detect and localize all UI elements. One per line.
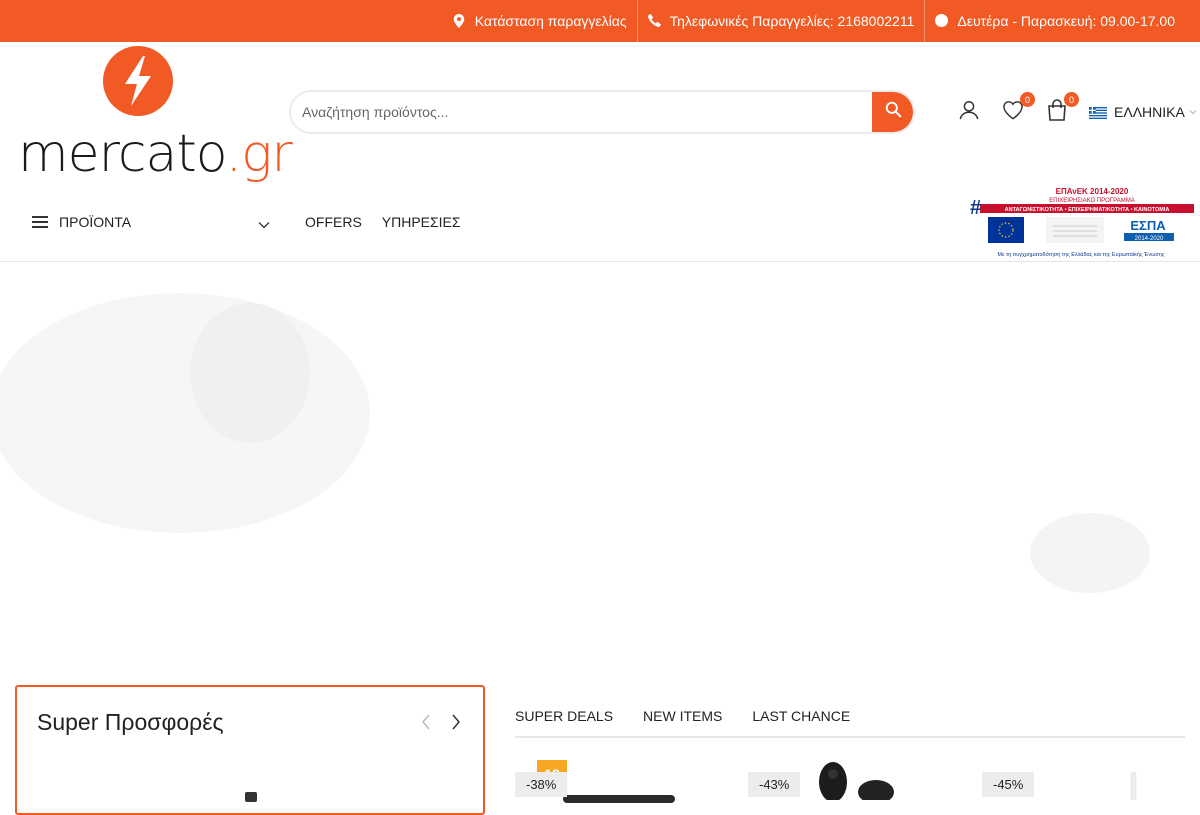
product-card[interactable]: -43% bbox=[748, 760, 968, 804]
chevron-down-icon[interactable] bbox=[258, 216, 270, 234]
language-selector[interactable]: ΕΛΛΗΝΙΚΑ bbox=[1089, 104, 1197, 120]
espa-line1: ΕΠΙΧΕΙΡΗΣΙΑΚΟ ΠΡΟΓΡΑΜΜΑ bbox=[1049, 198, 1134, 204]
phone-icon bbox=[647, 14, 662, 28]
espa-title: ΕΠΑνΕΚ 2014-2020 bbox=[1056, 187, 1129, 196]
order-status-label: Κατάσταση παραγγελίας bbox=[474, 13, 627, 29]
chevron-left-icon bbox=[421, 714, 431, 735]
tab-new-items[interactable]: NEW ITEMS bbox=[643, 708, 722, 736]
hero-slider[interactable] bbox=[0, 263, 1200, 668]
product-tabs: SUPER DEALS NEW ITEMS LAST CHANCE bbox=[515, 708, 1185, 738]
carousel-prev-button[interactable] bbox=[417, 714, 435, 734]
tab-super-deals[interactable]: SUPER DEALS bbox=[515, 708, 613, 736]
discount-badge: -43% bbox=[748, 772, 801, 797]
chevron-right-icon bbox=[451, 714, 461, 735]
search-input[interactable] bbox=[291, 92, 872, 132]
search-bar bbox=[289, 90, 915, 134]
product-image bbox=[563, 790, 675, 808]
logo-text: mercato.gr bbox=[18, 124, 293, 184]
clock-icon bbox=[935, 14, 949, 28]
chevron-down-icon bbox=[1189, 109, 1197, 115]
super-deals-box: Super Προσφορές bbox=[15, 685, 485, 815]
top-bar: Κατάσταση παραγγελίας Τηλεφωνικές Παραγγ… bbox=[0, 0, 1200, 42]
nav-link-services[interactable]: ΥΠΗΡΕΣΙΕΣ bbox=[382, 214, 461, 230]
categories-label: ΠΡΟΪΟΝΤΑ bbox=[59, 214, 132, 230]
cart-button[interactable]: 0 bbox=[1043, 92, 1079, 126]
wishlist-button[interactable]: 0 bbox=[999, 92, 1035, 126]
product-card[interactable]: -45% bbox=[982, 760, 1200, 801]
product-image bbox=[1127, 771, 1141, 805]
espa-banner[interactable]: ΕΠΑνΕΚ 2014-2020 ΕΠΙΧΕΙΡΗΣΙΑΚΟ ΠΡΟΓΡΑΜΜΑ… bbox=[968, 186, 1194, 260]
espa-years: 2014-2020 bbox=[1135, 236, 1164, 242]
wishlist-count-badge: 0 bbox=[1020, 92, 1035, 107]
product-image[interactable] bbox=[245, 792, 257, 802]
phone-orders-link[interactable]: Τηλεφωνικές Παραγγελίες: 2168002211 bbox=[638, 0, 925, 42]
discount-badge: -38% bbox=[515, 772, 568, 797]
opening-hours-label: Δευτέρα - Παρασκευή: 09.00-17.00 bbox=[957, 13, 1175, 29]
header-icons: 0 0 ΕΛΛΗΝΙΚΑ bbox=[955, 92, 1197, 126]
carousel-controls bbox=[405, 714, 465, 734]
espa-logo-text: ΕΣΠΑ bbox=[1130, 218, 1166, 233]
espa-line2: ΑΝΤΑΓΩΝΙΣΤΙΚΟΤΗΤΑ • ΕΠΙΧΕΙΡΗΜΑΤΙΚΟΤΗΤΑ •… bbox=[1005, 207, 1170, 213]
tab-last-chance[interactable]: LAST CHANCE bbox=[752, 708, 850, 736]
espa-footer: Με τη συγχρηματοδότηση της Ελλάδας και τ… bbox=[997, 251, 1164, 258]
menu-icon bbox=[32, 216, 48, 228]
carousel-next-button[interactable] bbox=[447, 714, 465, 734]
discount-badge: -45% bbox=[982, 772, 1035, 797]
header: mercato.gr 0 0 bbox=[0, 42, 1200, 184]
search-button[interactable] bbox=[872, 92, 913, 132]
nav-links: OFFERS ΥΠΗΡΕΣΙΕΣ bbox=[305, 214, 481, 230]
main-navigation: ΠΡΟΪΟΝΤΑ OFFERS ΥΠΗΡΕΣΙΕΣ ΕΠΑνΕΚ 2014-20… bbox=[0, 182, 1200, 262]
product-image bbox=[798, 760, 898, 805]
super-deals-title: Super Προσφορές bbox=[37, 709, 224, 735]
language-label: ΕΛΛΗΝΙΚΑ bbox=[1114, 104, 1185, 120]
product-card[interactable]: 18 -38% bbox=[515, 760, 735, 803]
hero-background bbox=[0, 293, 1150, 593]
svg-text:#: # bbox=[970, 197, 981, 219]
opening-hours: Δευτέρα - Παρασκευή: 09.00-17.00 bbox=[925, 0, 1185, 42]
site-logo[interactable]: mercato.gr bbox=[18, 46, 293, 184]
account-button[interactable] bbox=[955, 98, 983, 126]
nav-link-offers[interactable]: OFFERS bbox=[305, 214, 362, 230]
search-icon bbox=[885, 101, 902, 123]
cart-count-badge: 0 bbox=[1064, 92, 1079, 107]
lightning-bolt-icon bbox=[103, 46, 173, 116]
user-icon bbox=[958, 99, 980, 126]
categories-menu-button[interactable]: ΠΡΟΪΟΝΤΑ bbox=[32, 214, 131, 230]
map-pin-icon bbox=[453, 14, 467, 28]
greek-flag-icon bbox=[1089, 106, 1107, 119]
phone-orders-label: Τηλεφωνικές Παραγγελίες: 2168002211 bbox=[669, 13, 915, 29]
order-status-link[interactable]: Κατάσταση παραγγελίας bbox=[443, 0, 637, 42]
